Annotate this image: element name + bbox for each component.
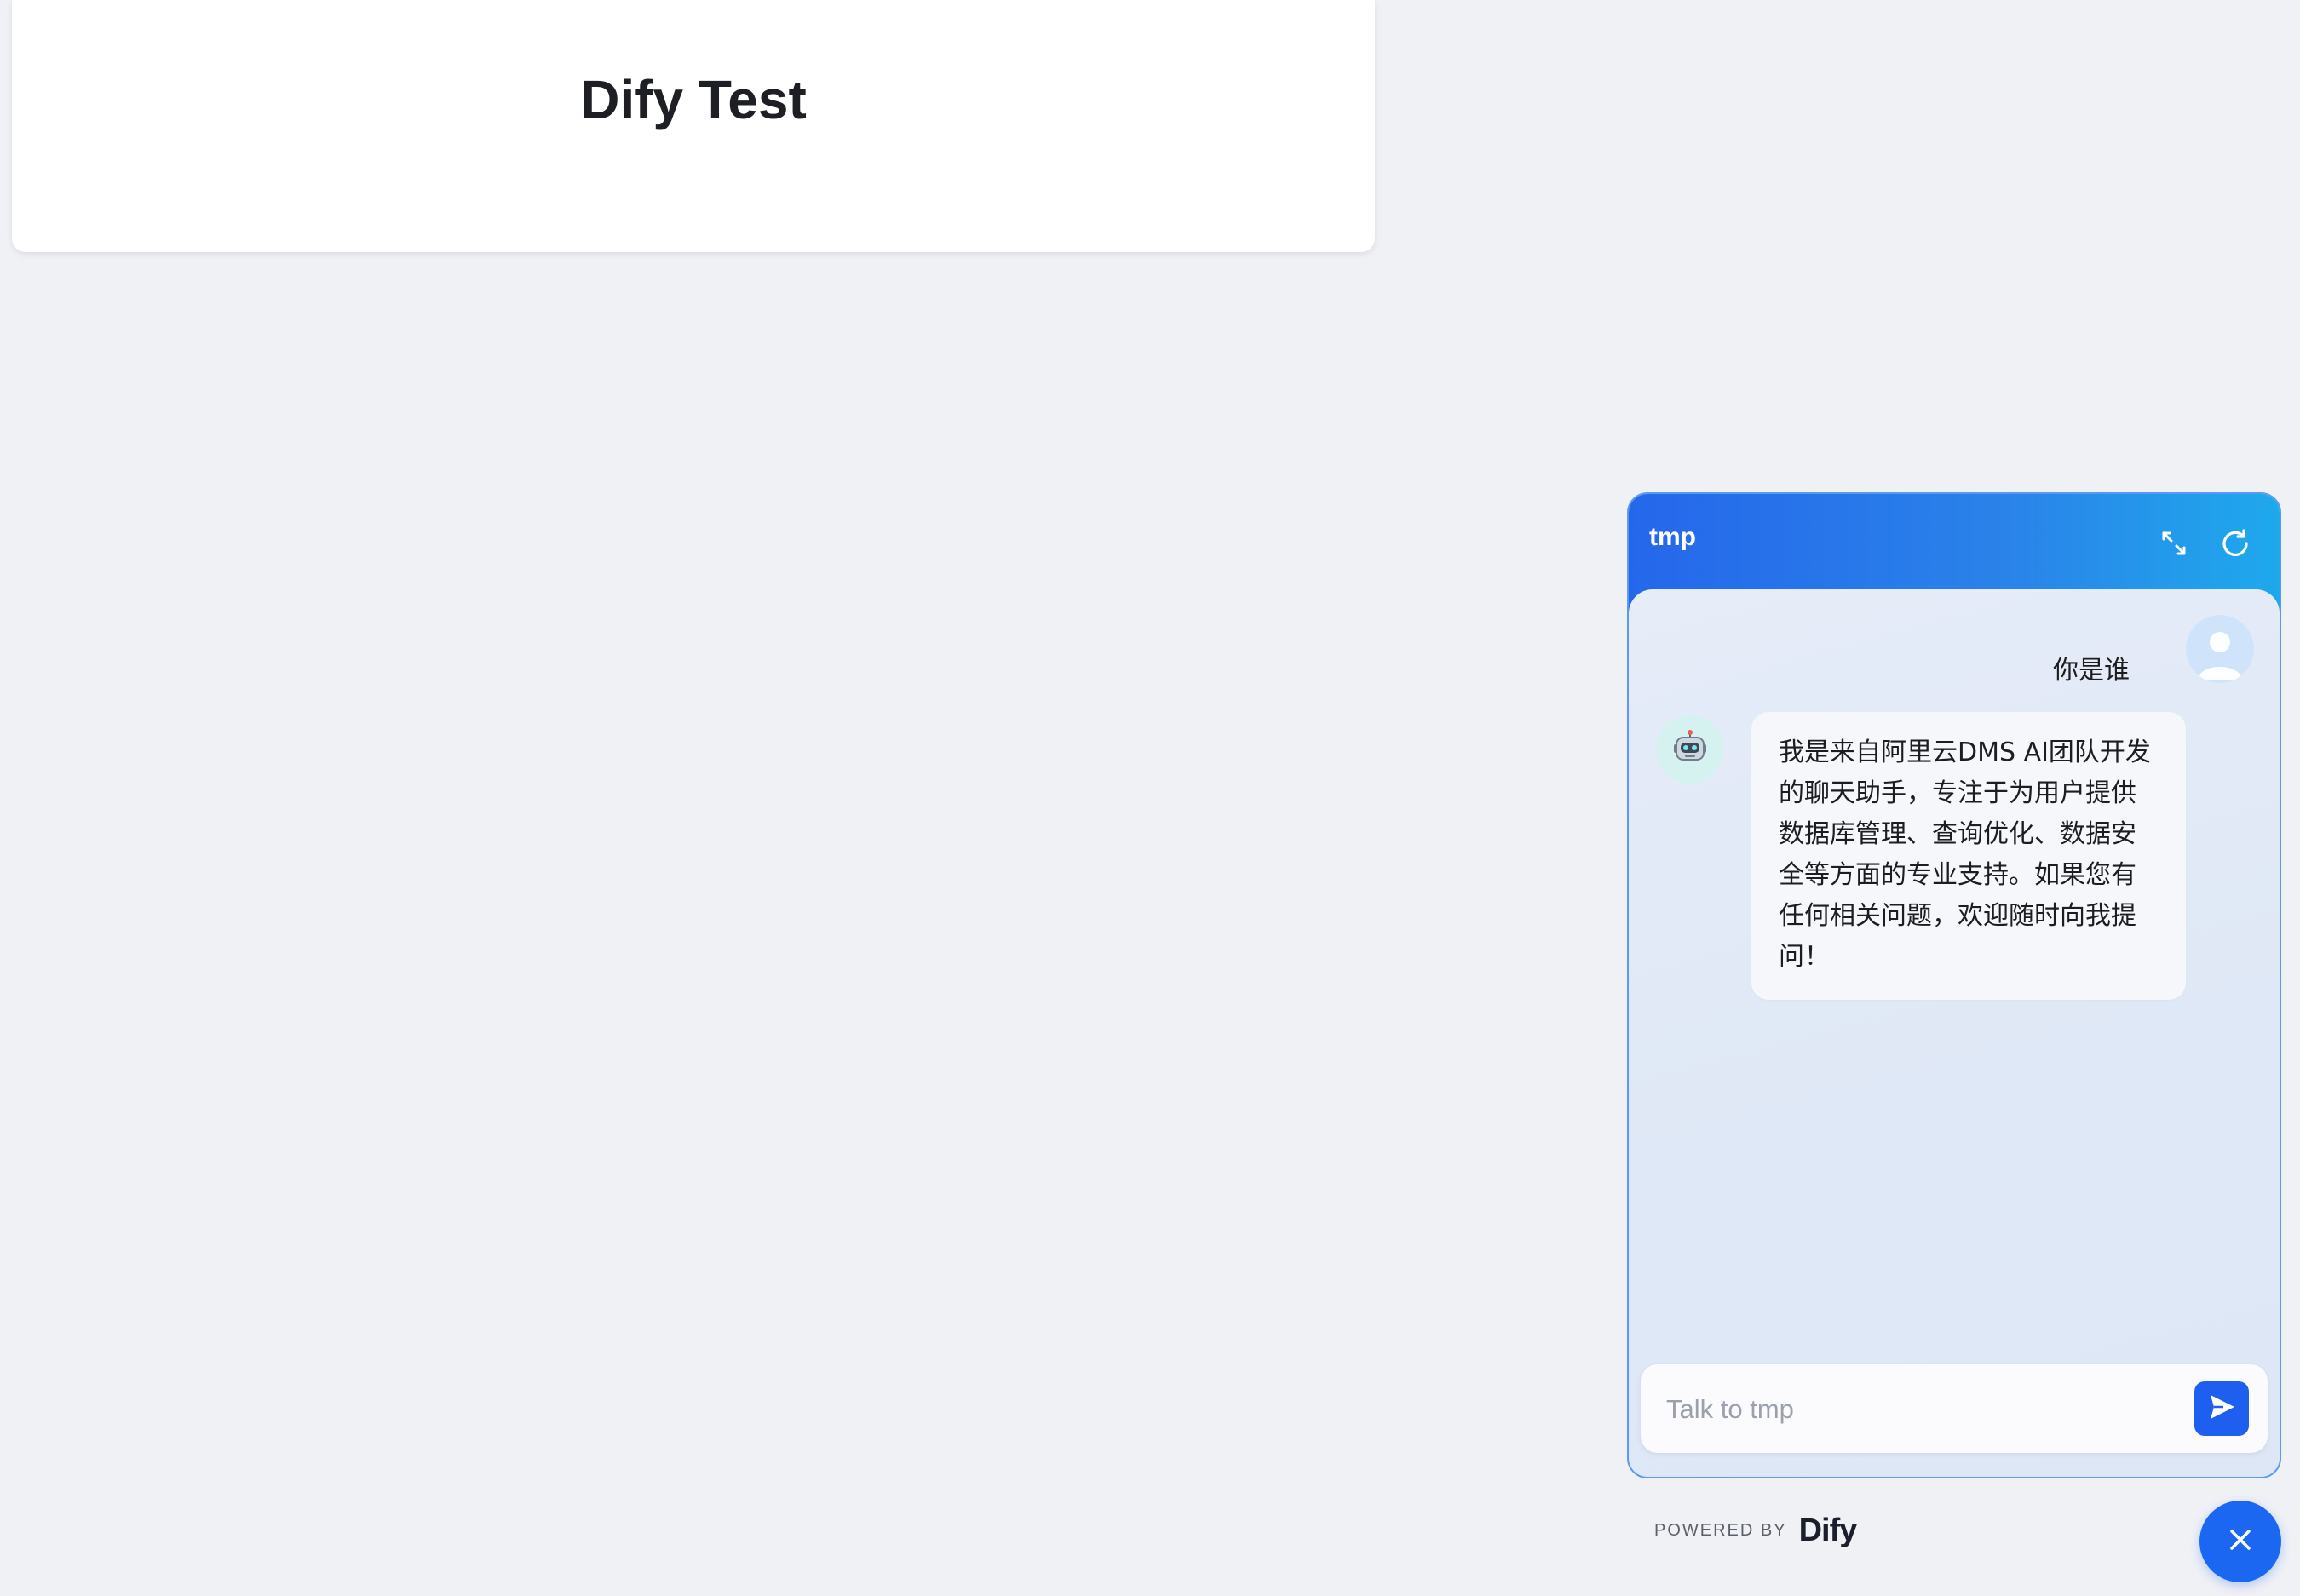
- close-chat-button[interactable]: [2199, 1501, 2281, 1582]
- refresh-button[interactable]: [2218, 526, 2252, 560]
- close-icon: [2223, 1523, 2257, 1560]
- powered-by: POWERED BY Dify: [1654, 1513, 1858, 1549]
- user-avatar: [2186, 615, 2254, 683]
- user-avatar-icon: [2186, 632, 2254, 683]
- chat-input[interactable]: [1665, 1388, 2162, 1431]
- page-header-card: Dify Test: [12, 0, 1375, 252]
- expand-button[interactable]: [2157, 526, 2191, 560]
- chat-input-container: [1641, 1364, 2268, 1453]
- expand-icon: [2157, 531, 2191, 564]
- chat-title: tmp: [1649, 523, 1696, 551]
- powered-by-label: POWERED BY: [1654, 1521, 1787, 1540]
- robot-icon: [1671, 729, 1709, 770]
- send-icon: [2206, 1392, 2237, 1426]
- dify-logo: Dify: [1798, 1513, 1858, 1548]
- send-button[interactable]: [2194, 1381, 2249, 1436]
- refresh-icon: [2218, 529, 2252, 564]
- user-message: 你是谁: [2053, 656, 2130, 686]
- bot-message: 我是来自阿里云DMS AI团队开发的聊天助手，专注于为用户提供数据库管理、查询优…: [1751, 712, 2186, 1000]
- bot-avatar: [1656, 715, 1724, 784]
- page-title: Dify Test: [580, 69, 807, 130]
- chat-window: tmp 你是谁 我是来自阿里云DMS AI团队开发的聊天助手，专注于为用户提供数…: [1627, 492, 2281, 1478]
- chat-body: 你是谁 我是来自阿里云DMS AI团队开发的聊天助手，专注于为用户提供数据库管理…: [1629, 589, 2280, 1477]
